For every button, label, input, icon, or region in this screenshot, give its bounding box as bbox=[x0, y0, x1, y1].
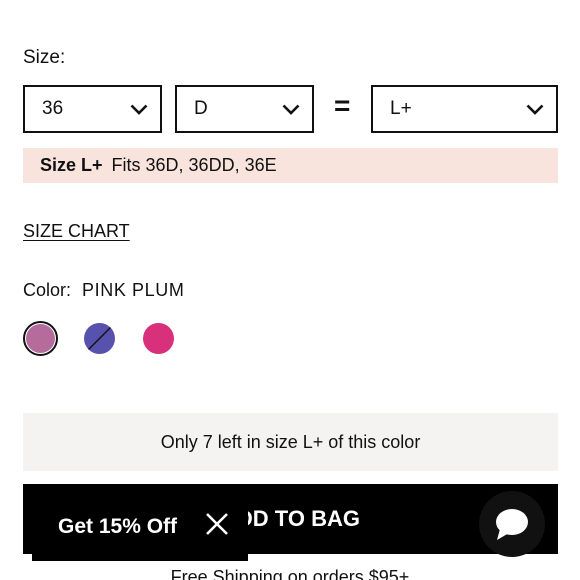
color-row: Color: PINK PLUM bbox=[23, 280, 184, 301]
unavailable-slash-icon bbox=[85, 324, 114, 353]
size-fit-note: Size L+ Fits 36D, 36DD, 36E bbox=[23, 148, 558, 183]
fit-size-text: Fits 36D, 36DD, 36E bbox=[111, 155, 277, 175]
color-swatch-blue-violet-unavailable[interactable] bbox=[84, 323, 115, 354]
color-value: PINK PLUM bbox=[82, 280, 185, 300]
promo-label: Get 15% Off bbox=[58, 515, 178, 538]
chevron-down-icon bbox=[526, 104, 544, 115]
cup-size-value: D bbox=[194, 98, 208, 119]
chat-button[interactable] bbox=[479, 491, 545, 557]
equals-sign: = bbox=[334, 90, 351, 121]
color-swatch-pink-plum[interactable] bbox=[26, 324, 55, 353]
color-label: Color: bbox=[23, 280, 72, 300]
close-icon[interactable] bbox=[203, 510, 231, 538]
low-stock-note: Only 7 left in size L+ of this color bbox=[23, 413, 558, 471]
chevron-down-icon bbox=[130, 104, 148, 115]
size-chart-link[interactable]: SIZE CHART bbox=[23, 221, 130, 242]
size-select[interactable]: L+ bbox=[371, 85, 558, 133]
shipping-note: Free Shipping on orders $95+ bbox=[170, 567, 410, 580]
color-swatch-magenta[interactable] bbox=[143, 323, 174, 354]
size-value: L+ bbox=[390, 98, 412, 119]
band-size-value: 36 bbox=[42, 98, 64, 119]
cup-size-select[interactable]: D bbox=[175, 85, 314, 133]
chevron-down-icon bbox=[282, 104, 300, 115]
band-size-select[interactable]: 36 bbox=[23, 85, 162, 133]
size-label: Size: bbox=[23, 47, 66, 68]
fit-size-label: Size L+ bbox=[40, 155, 103, 175]
chat-bubble-icon bbox=[496, 509, 528, 540]
